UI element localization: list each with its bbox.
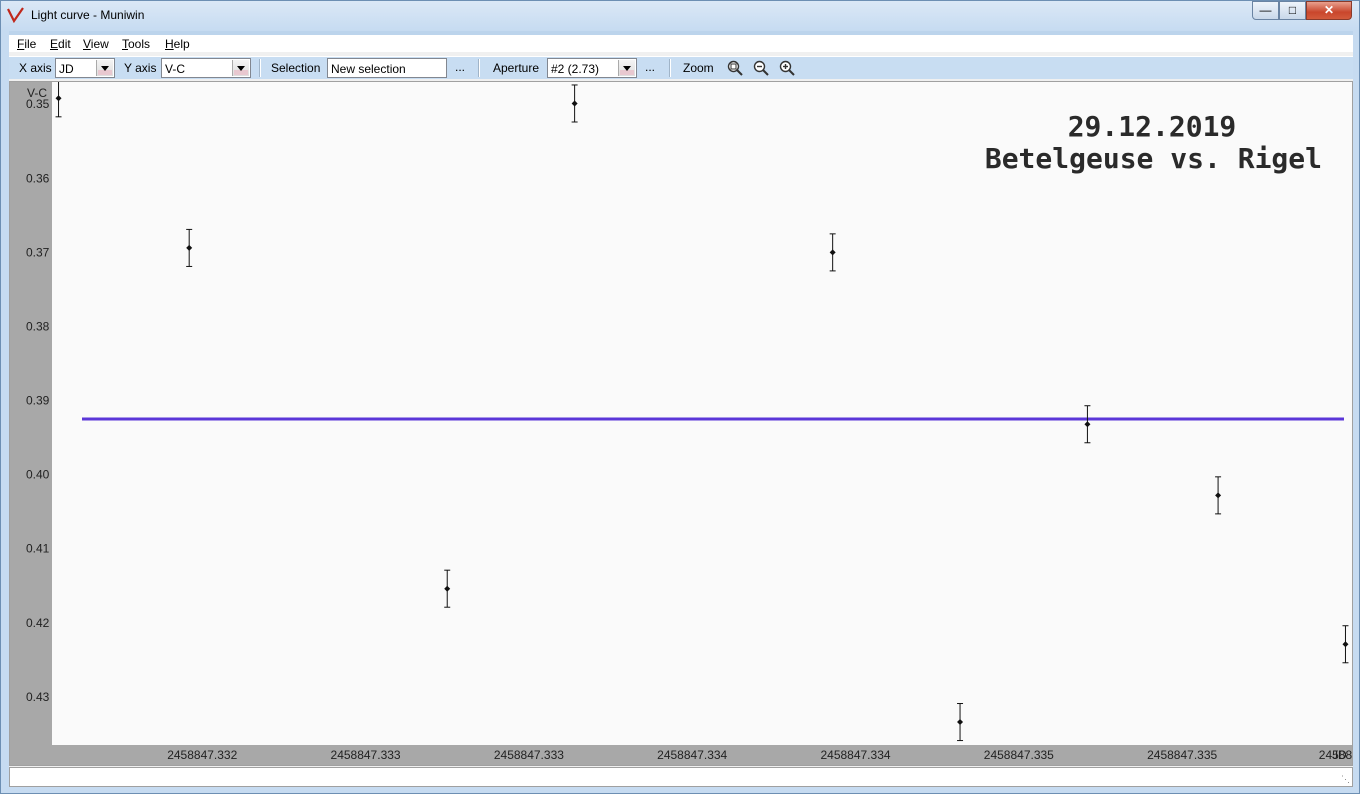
menu-tools[interactable]: Tools bbox=[122, 37, 150, 51]
menu-file[interactable]: File bbox=[17, 37, 36, 51]
light-curve-graph[interactable]: V-C JD 0.35 0.36 0.37 0.38 0.39 0.40 0.41 0.42 0… bbox=[9, 79, 1360, 766]
status-bar: ⋱ bbox=[9, 767, 1353, 787]
chevron-down-icon[interactable] bbox=[618, 60, 635, 76]
x-tick-label: 2458847.332 bbox=[167, 748, 237, 762]
chevron-down-icon[interactable] bbox=[232, 60, 249, 76]
x-axis-select[interactable]: JD bbox=[55, 58, 115, 78]
x-tick-label: 2458847.334 bbox=[657, 748, 727, 762]
x-tick-label: 2458847.333 bbox=[494, 748, 564, 762]
client-area: File Edit View Tools Help X axis JD Y ax… bbox=[9, 31, 1360, 787]
app-window: Light curve - Muniwin — □ ✕ File Edit Vi… bbox=[0, 0, 1360, 794]
toolbar: X axis JD Y axis V-C Selection New selec… bbox=[9, 56, 1353, 79]
x-tick-label: 2458847.335 bbox=[984, 748, 1054, 762]
maximize-button[interactable]: □ bbox=[1279, 1, 1306, 20]
aperture-label: Aperture bbox=[493, 61, 540, 75]
resize-grip-icon[interactable]: ⋱ bbox=[1341, 774, 1350, 785]
toolbar-separator bbox=[259, 59, 261, 77]
y-tick-label: 0.36 bbox=[26, 171, 50, 185]
annotation-stars: Betelgeuse vs. Rigel bbox=[985, 142, 1322, 175]
y-tick-label: 0.42 bbox=[26, 616, 50, 630]
zoom-in-icon[interactable] bbox=[779, 60, 795, 76]
x-axis-label: X axis bbox=[19, 61, 52, 75]
minimize-button[interactable]: — bbox=[1252, 1, 1279, 20]
aperture-select[interactable]: #2 (2.73) bbox=[547, 58, 637, 78]
selection-label: Selection bbox=[271, 61, 321, 75]
muniwin-logo-icon bbox=[7, 7, 24, 23]
y-tick-label: 0.43 bbox=[26, 690, 50, 704]
selection-more-button[interactable]: ... bbox=[455, 60, 465, 74]
y-tick-label: 0.40 bbox=[26, 468, 50, 482]
zoom-out-icon[interactable] bbox=[753, 60, 769, 76]
y-tick-label: 0.39 bbox=[26, 394, 50, 408]
window-title: Light curve - Muniwin bbox=[31, 8, 145, 22]
x-tick-label: 2458847.334 bbox=[820, 748, 890, 762]
menu-bar: File Edit View Tools Help bbox=[9, 31, 1353, 52]
x-tick-label: 2458847.: bbox=[1319, 748, 1352, 762]
close-button[interactable]: ✕ bbox=[1306, 1, 1352, 20]
toolbar-separator bbox=[669, 59, 671, 77]
toolbar-separator bbox=[478, 59, 480, 77]
menu-view[interactable]: View bbox=[83, 37, 109, 51]
y-axis-select[interactable]: V-C bbox=[161, 58, 251, 78]
aperture-more-button[interactable]: ... bbox=[645, 60, 655, 74]
plot-area[interactable] bbox=[52, 82, 1352, 745]
y-tick-label: 0.35 bbox=[26, 97, 50, 111]
maximize-icon: □ bbox=[1288, 3, 1297, 17]
x-tick-label: 2458847.335 bbox=[1147, 748, 1217, 762]
y-tick-label: 0.38 bbox=[26, 319, 50, 333]
x-tick-label: 2458847.333 bbox=[331, 748, 401, 762]
y-tick-label: 0.37 bbox=[26, 245, 50, 259]
minimize-icon: — bbox=[1259, 3, 1272, 17]
annotation-date: 29.12.2019 bbox=[1068, 110, 1237, 143]
selection-field[interactable]: New selection bbox=[327, 58, 447, 78]
close-icon: ✕ bbox=[1323, 3, 1335, 17]
y-axis-label: Y axis bbox=[124, 61, 157, 75]
zoom-label: Zoom bbox=[683, 61, 714, 75]
menu-help[interactable]: Help bbox=[165, 37, 190, 51]
chevron-down-icon[interactable] bbox=[96, 60, 113, 76]
y-tick-label: 0.41 bbox=[26, 542, 50, 556]
title-bar[interactable]: Light curve - Muniwin — □ ✕ bbox=[1, 1, 1359, 31]
zoom-fit-icon[interactable] bbox=[727, 60, 743, 76]
light-curve-chart[interactable]: V-C JD 0.350.360.370.380.390.400.410.420… bbox=[10, 79, 1360, 765]
menu-edit[interactable]: Edit bbox=[50, 37, 71, 51]
